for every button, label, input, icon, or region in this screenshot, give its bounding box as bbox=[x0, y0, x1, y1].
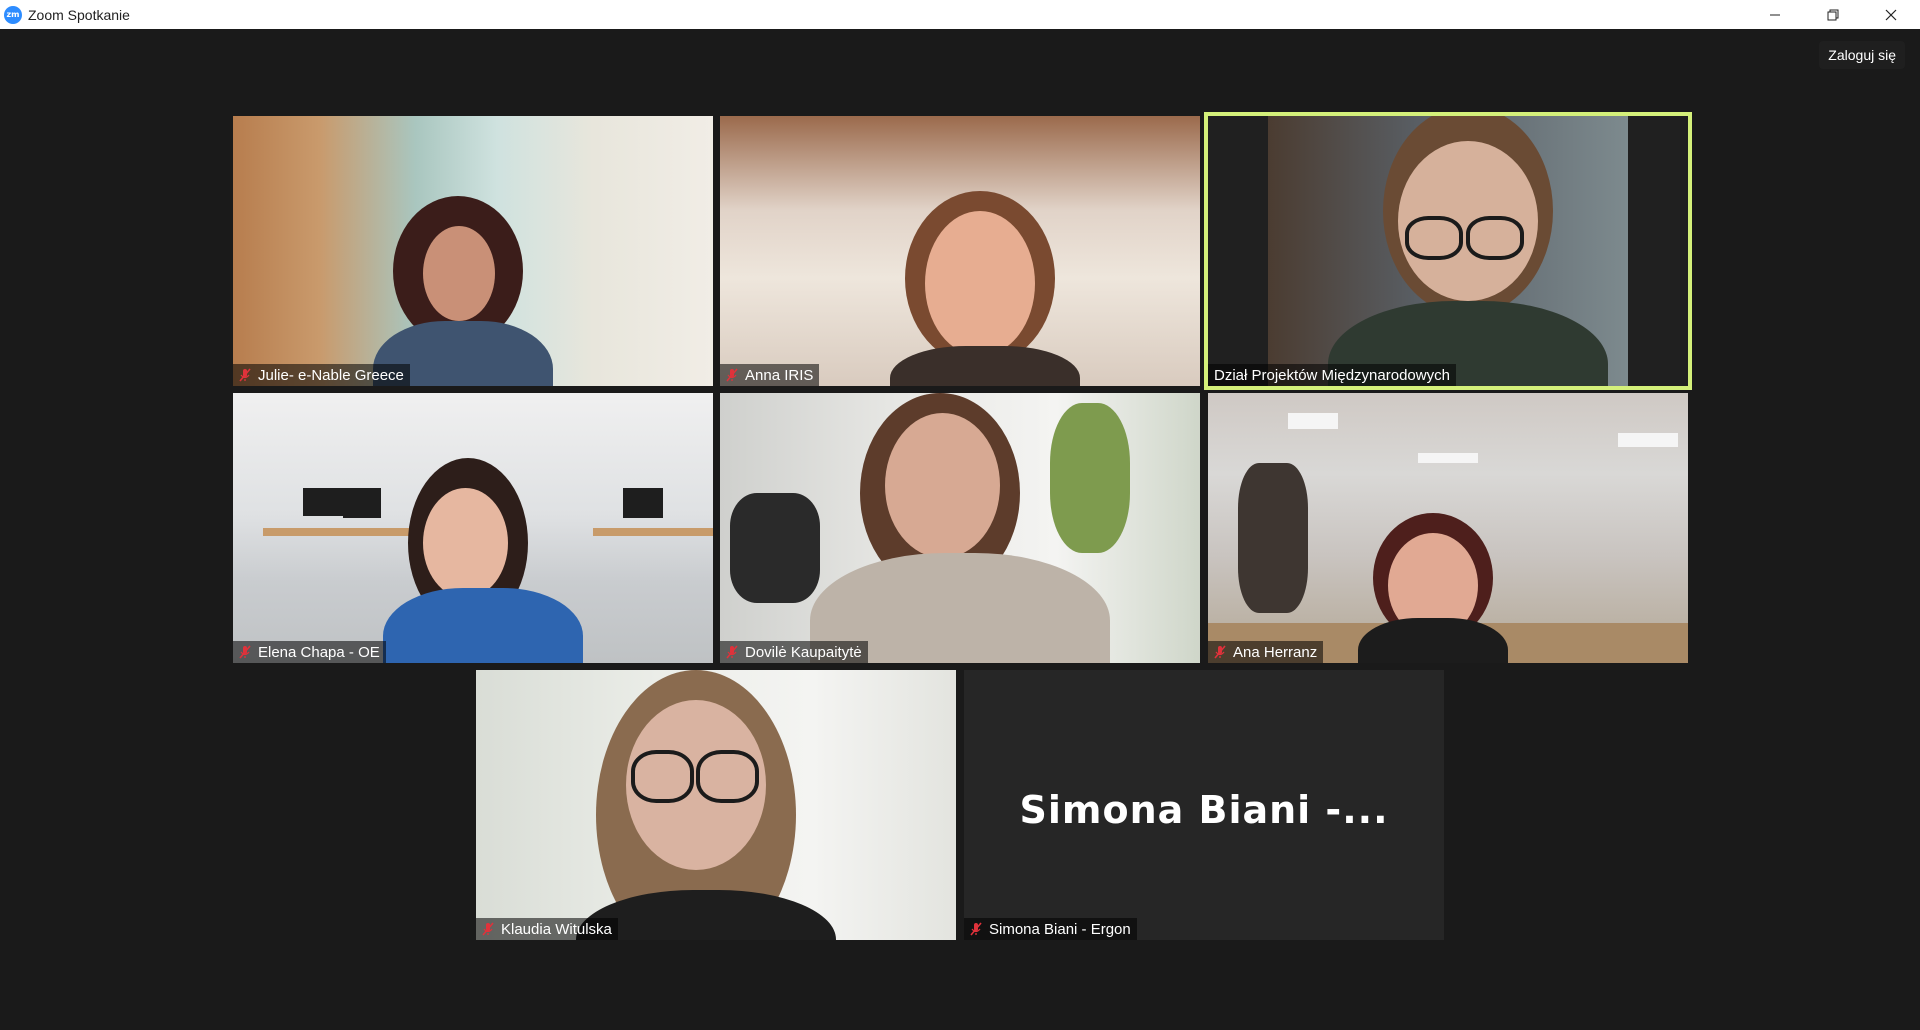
restore-button[interactable] bbox=[1804, 0, 1862, 29]
participant-nametag: Anna IRIS bbox=[720, 364, 820, 386]
participant-tile[interactable]: Elena Chapa - OE bbox=[233, 393, 713, 663]
muted-mic-icon bbox=[968, 921, 984, 937]
participant-name: Julie- e-Nable Greece bbox=[258, 366, 404, 384]
participant-video bbox=[233, 393, 713, 663]
window-controls bbox=[1746, 0, 1920, 29]
participant-tile[interactable]: Julie- e-Nable Greece bbox=[233, 116, 713, 386]
participant-name: Anna IRIS bbox=[745, 366, 814, 384]
participant-name: Dział Projektów Międzynarodowych bbox=[1214, 366, 1450, 384]
participant-display-name: Simona Biani -... bbox=[1019, 788, 1389, 832]
participant-nametag: Klaudia Witulska bbox=[476, 918, 618, 940]
participant-tile[interactable]: Ana Herranz bbox=[1208, 393, 1688, 663]
participant-name: Dovilė Kaupaitytė bbox=[745, 643, 862, 661]
participant-nametag: Ana Herranz bbox=[1208, 641, 1324, 663]
participant-video bbox=[476, 670, 956, 940]
participant-nametag: Dovilė Kaupaitytė bbox=[720, 641, 868, 663]
meeting-gallery: Zaloguj się Julie- e-Nable Greece Anna I… bbox=[0, 29, 1920, 1030]
close-icon bbox=[1885, 9, 1897, 20]
muted-mic-icon bbox=[480, 921, 496, 937]
participant-nametag: Elena Chapa - OE bbox=[233, 641, 386, 663]
participant-tile[interactable]: Klaudia Witulska bbox=[476, 670, 956, 940]
participant-nametag: Dział Projektów Międzynarodowych bbox=[1208, 364, 1456, 386]
participant-tile-no-video[interactable]: Simona Biani -... Simona Biani - Ergon bbox=[964, 670, 1444, 940]
participant-name: Klaudia Witulska bbox=[501, 920, 612, 938]
muted-mic-icon bbox=[724, 644, 740, 660]
participant-video bbox=[1208, 393, 1688, 663]
muted-mic-icon bbox=[237, 367, 253, 383]
participant-name: Simona Biani - Ergon bbox=[989, 920, 1131, 938]
participant-video bbox=[720, 116, 1200, 386]
participant-name: Ana Herranz bbox=[1233, 643, 1318, 661]
participant-video bbox=[233, 116, 713, 386]
minimize-button[interactable] bbox=[1746, 0, 1804, 29]
close-button[interactable] bbox=[1862, 0, 1920, 29]
participant-tile[interactable]: Dovilė Kaupaitytė bbox=[720, 393, 1200, 663]
participant-tile-active-speaker[interactable]: Dział Projektów Międzynarodowych bbox=[1204, 112, 1692, 390]
participant-nametag: Simona Biani - Ergon bbox=[964, 918, 1137, 940]
participant-nametag: Julie- e-Nable Greece bbox=[233, 364, 410, 386]
restore-icon bbox=[1827, 9, 1839, 20]
muted-mic-icon bbox=[1212, 644, 1228, 660]
participant-tile[interactable]: Anna IRIS bbox=[720, 116, 1200, 386]
window-titlebar: zm Zoom Spotkanie bbox=[0, 0, 1920, 29]
muted-mic-icon bbox=[724, 367, 740, 383]
muted-mic-icon bbox=[237, 644, 253, 660]
participant-video bbox=[1208, 116, 1688, 386]
minimize-icon bbox=[1770, 14, 1780, 15]
signin-button[interactable]: Zaloguj się bbox=[1819, 41, 1905, 69]
participant-video bbox=[720, 393, 1200, 663]
window-title: Zoom Spotkanie bbox=[28, 6, 130, 23]
zoom-logo-icon: zm bbox=[4, 5, 22, 24]
participant-name: Elena Chapa - OE bbox=[258, 643, 380, 661]
